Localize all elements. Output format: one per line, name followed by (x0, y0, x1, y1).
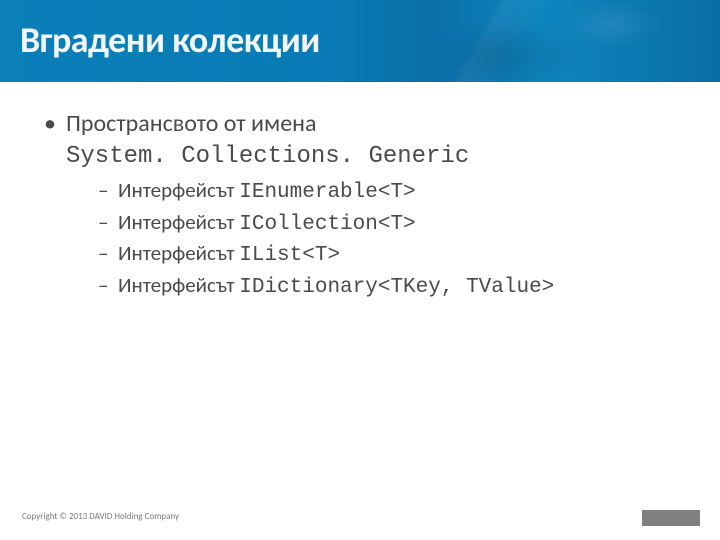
list-item: Интерфейсът IEnumerable<T> (98, 176, 680, 208)
list-item: Интерфейсът IDictionary<TKey, TValue> (98, 271, 680, 303)
list-item: Интерфейсът ICollection<T> (98, 208, 680, 240)
item-label: Интерфейсът (118, 240, 239, 266)
slide-title: Вградени колекции (20, 18, 320, 62)
item-label: Интерфейсът (118, 272, 239, 298)
page-number-box (642, 510, 700, 526)
title-banner: Вградени колекции (0, 0, 720, 82)
item-code: IList<T> (239, 244, 340, 267)
interface-list: Интерфейсът IEnumerable<T> Интерфейсът I… (40, 176, 680, 303)
item-code: ICollection<T> (239, 213, 415, 236)
bullet-namespace-code: System. Collections. Generic (40, 143, 680, 170)
list-item: Интерфейсът IList<T> (98, 239, 680, 271)
item-code: IDictionary<TKey, TValue> (239, 276, 554, 299)
copyright-footer: Copyright © 2013 DAVID Holding Company (22, 511, 179, 522)
item-code: IEnumerable<T> (239, 181, 415, 204)
item-label: Интерфейсът (118, 177, 239, 203)
item-label: Интерфейсът (118, 209, 239, 235)
bullet-namespace-line1: Пространсвото от имена (40, 110, 680, 139)
slide-body: Пространсвото от имена System. Collectio… (0, 82, 720, 303)
